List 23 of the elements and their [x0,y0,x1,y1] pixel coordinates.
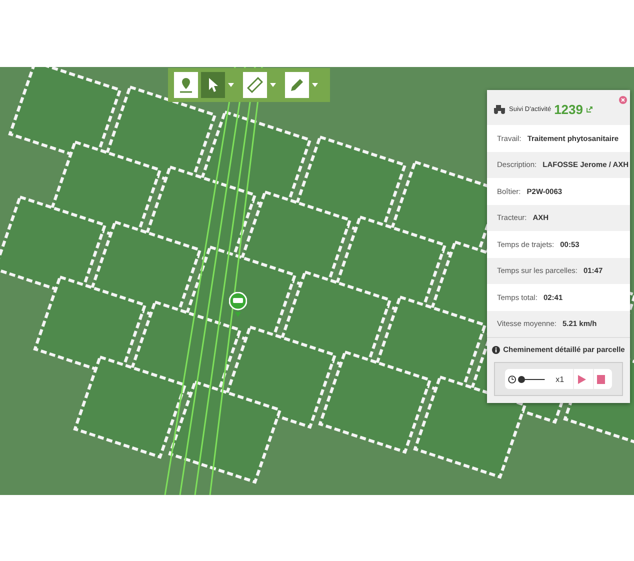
map-pin-tool-button[interactable] [174,72,198,98]
speed-value: x1 [556,374,564,384]
activity-number: 1239 [554,102,583,117]
caret-icon[interactable] [228,83,234,87]
pencil-tool-button[interactable] [285,72,309,98]
map-pin-icon [178,77,194,93]
slider-thumb[interactable] [518,376,526,382]
cursor-icon [207,77,219,93]
tractor-marker-icon[interactable] [229,292,247,318]
pencil-icon [289,77,305,93]
play-icon [578,374,586,384]
ruler-tool-button[interactable] [243,72,267,98]
pointer-tool-button[interactable] [201,72,225,98]
close-icon[interactable] [619,96,627,104]
clock-icon [508,374,516,384]
stop-icon [597,374,606,384]
tractor-icon [493,105,506,114]
caret-icon[interactable] [270,83,276,87]
external-link-icon[interactable] [586,106,593,113]
stop-button[interactable] [592,369,609,389]
caret-icon[interactable] [312,83,318,87]
ruler-icon [247,77,263,93]
info-icon [492,346,500,354]
